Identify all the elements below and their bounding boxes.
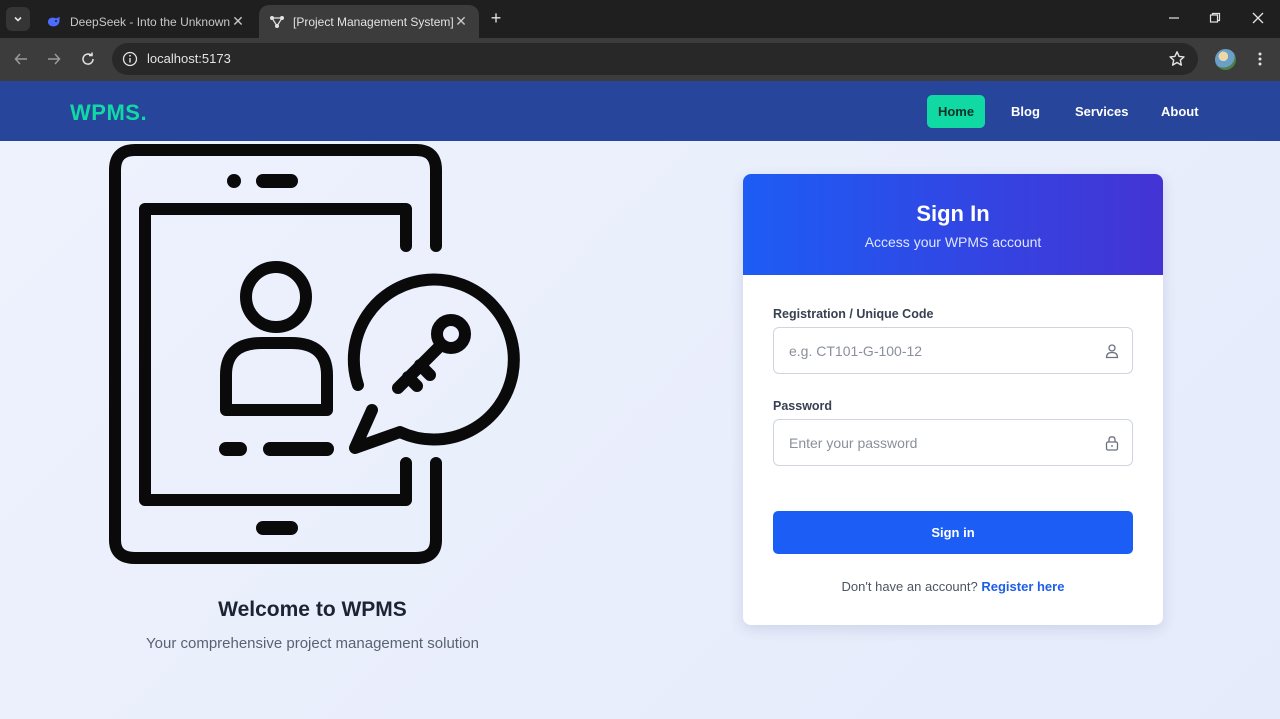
welcome-subtitle: Your comprehensive project management so…	[146, 635, 479, 652]
sign-in-title: Sign In	[916, 201, 990, 226]
nav-link-services[interactable]: Services	[1065, 95, 1139, 128]
close-tab-icon[interactable]: ✕	[453, 13, 469, 30]
registration-code-field[interactable]	[773, 327, 1133, 374]
sign-in-subtitle: Access your WPMS account	[864, 234, 1042, 250]
main-content: Welcome to WPMS Your comprehensive proje…	[0, 141, 1280, 719]
register-prompt: Don't have an account? Register here	[743, 579, 1163, 594]
deepseek-whale-icon	[46, 14, 62, 30]
minimize-window-button[interactable]	[1164, 8, 1184, 28]
minimize-icon	[1169, 17, 1179, 19]
registration-code-input[interactable]	[774, 328, 1132, 373]
sign-in-card: Sign In Access your WPMS account Registr…	[743, 174, 1163, 625]
restore-window-button[interactable]	[1205, 8, 1225, 28]
back-button[interactable]	[10, 48, 32, 70]
site-info-icon[interactable]	[122, 51, 138, 67]
register-link[interactable]: Register here	[981, 579, 1064, 594]
register-prompt-text: Don't have an account?	[841, 579, 978, 594]
arrow-right-icon	[48, 53, 61, 65]
nav-link-about[interactable]: About	[1151, 95, 1209, 128]
password-input[interactable]	[774, 420, 1132, 465]
forward-button[interactable]	[43, 48, 65, 70]
sign-in-card-header: Sign In Access your WPMS account	[743, 174, 1163, 275]
tab-title: DeepSeek - Into the Unknown	[70, 14, 230, 29]
chevron-down-icon	[14, 16, 22, 22]
close-tab-icon[interactable]: ✕	[230, 13, 246, 30]
secure-login-illustration	[109, 144, 520, 564]
restore-icon	[1209, 12, 1221, 23]
browser-tab-bar: DeepSeek - Into the Unknown ✕ [Project M…	[0, 0, 1280, 38]
lock-icon	[1105, 436, 1119, 451]
registration-code-label: Registration / Unique Code	[773, 307, 934, 321]
reload-icon	[82, 52, 94, 65]
user-icon	[1105, 344, 1119, 359]
nav-link-home[interactable]: Home	[927, 95, 985, 128]
new-tab-button[interactable]: +	[486, 9, 506, 29]
browser-menu-button[interactable]	[1250, 49, 1270, 69]
nav-link-blog[interactable]: Blog	[1001, 95, 1050, 128]
close-icon	[1252, 12, 1264, 24]
tab-title: [Project Management System]	[293, 14, 453, 29]
profile-avatar[interactable]	[1215, 49, 1236, 70]
app-navbar: WPMS. Home Blog Services About	[0, 81, 1280, 141]
password-label: Password	[773, 399, 833, 413]
browser-tab-project-management[interactable]: [Project Management System] ✕	[259, 5, 479, 38]
url-text[interactable]: localhost:5173	[147, 51, 231, 66]
network-nodes-icon	[269, 14, 285, 30]
sign-in-button[interactable]: Sign in	[773, 511, 1133, 554]
more-vertical-icon	[1258, 52, 1262, 66]
reload-button[interactable]	[77, 48, 99, 70]
close-window-button[interactable]	[1248, 8, 1268, 28]
tab-search-dropdown-button[interactable]	[6, 7, 30, 31]
browser-tab-deepseek[interactable]: DeepSeek - Into the Unknown ✕	[36, 5, 256, 38]
welcome-heading: Welcome to WPMS	[218, 598, 407, 621]
brand-logo[interactable]: WPMS.	[70, 100, 147, 126]
arrow-left-icon	[14, 53, 27, 65]
password-field[interactable]	[773, 419, 1133, 466]
bookmark-star-icon[interactable]	[1168, 50, 1186, 68]
address-bar[interactable]: localhost:5173	[112, 43, 1198, 75]
browser-toolbar: localhost:5173	[0, 38, 1280, 81]
